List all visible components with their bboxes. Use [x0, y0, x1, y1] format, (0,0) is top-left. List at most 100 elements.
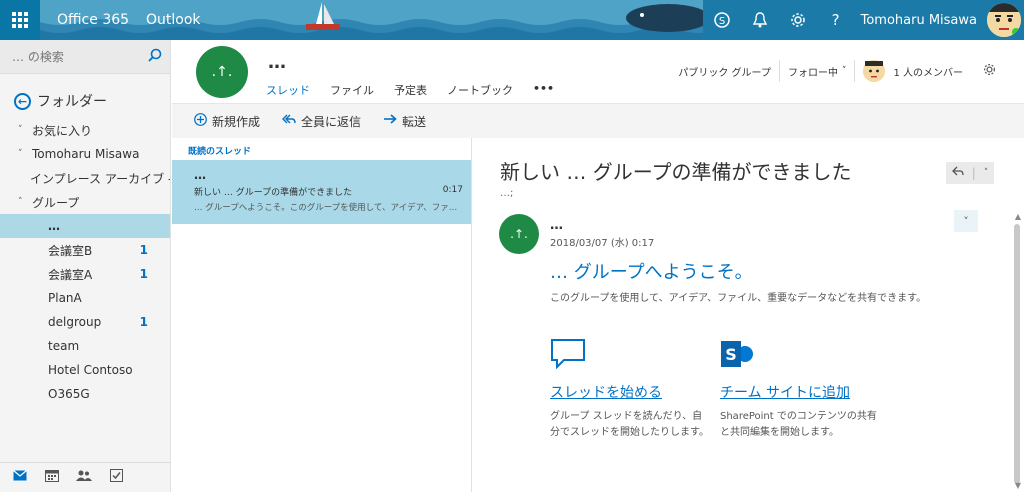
module-switcher	[0, 462, 171, 492]
tab-notebook[interactable]: ノートブック	[447, 82, 513, 98]
message-time: 0:17	[442, 185, 463, 195]
start-thread-link[interactable]: スレッドを始める	[550, 382, 710, 402]
tab-calendar[interactable]: 予定表	[394, 82, 427, 98]
add-team-site-description: SharePoint でのコンテンツの共有と共同編集を開始します。	[720, 411, 877, 438]
conversation-subject: 新しい … グループの準備ができました	[500, 160, 852, 184]
nav-favorites[interactable]: ˅ お気に入り	[0, 118, 170, 142]
office365-link[interactable]: Office 365	[57, 12, 129, 28]
member-avatar[interactable]	[863, 60, 886, 82]
unread-count: 1	[139, 243, 148, 257]
folders-header[interactable]: ← フォルダー	[0, 74, 170, 114]
folders-label: フォルダー	[37, 94, 107, 110]
forward-label: 転送	[402, 114, 427, 129]
nav-mailbox[interactable]: ˅ Tomoharu Misawa	[0, 142, 170, 166]
chevron-down-icon[interactable]: ˅	[18, 149, 32, 159]
tasks-icon[interactable]	[106, 469, 126, 486]
command-bar: 新規作成 全員に返信 転送	[172, 104, 1024, 138]
chevron-down-icon[interactable]: ˅	[18, 125, 32, 135]
message-sender: …	[194, 168, 206, 182]
reply-all-button[interactable]: 全員に返信	[282, 113, 361, 130]
privacy-label: パブリック グループ	[678, 67, 771, 79]
group-label: PlanA	[48, 291, 82, 305]
nav-item-label: グループ	[32, 195, 80, 210]
forward-button[interactable]: 転送	[383, 113, 426, 130]
group-label: 会議室B	[48, 243, 93, 258]
group-settings-icon[interactable]	[983, 63, 996, 79]
expand-message-button[interactable]: ˅	[954, 210, 978, 232]
scroll-down-arrow[interactable]: ▼	[1015, 481, 1021, 490]
group-item-selected[interactable]: …	[0, 214, 170, 238]
search-icon[interactable]	[148, 48, 162, 66]
gear-icon[interactable]	[779, 0, 817, 40]
group-item[interactable]: Hotel Contoso	[0, 358, 170, 382]
waffle-icon	[12, 12, 28, 28]
reply-dropdown-button[interactable]: | ˅	[946, 162, 994, 184]
message-date: 2018/03/07 (水) 0:17	[550, 238, 655, 249]
help-icon[interactable]: ?	[817, 0, 855, 40]
add-team-site-link[interactable]: チーム サイトに追加	[720, 382, 880, 402]
search-box[interactable]	[0, 40, 170, 74]
start-thread-card: スレッドを始める グループ スレッドを読んだり、自分でスレッドを開始したりします…	[550, 338, 710, 441]
group-item[interactable]: 会議室B 1	[0, 238, 170, 262]
message-preview: … グループへようこそ。このグループを使用して、アイデア、ファ…	[194, 203, 458, 213]
start-thread-description: グループ スレッドを読んだり、自分でスレッドを開始したりします。	[550, 411, 709, 438]
tab-files[interactable]: ファイル	[330, 82, 374, 98]
user-name[interactable]: Tomoharu Misawa	[855, 13, 987, 28]
message-list: 既読のスレッド … 新しい … グループの準備ができました 0:17 … グルー…	[172, 138, 472, 492]
more-tabs-button[interactable]: •••	[533, 82, 554, 98]
nav-archive[interactable]: インプレース アーカイブ -Tomoharu Misawa	[0, 166, 170, 190]
user-avatar[interactable]	[987, 3, 1021, 37]
app-launcher-button[interactable]	[0, 0, 40, 40]
bell-icon[interactable]	[741, 0, 779, 40]
divider	[778, 60, 780, 82]
sender-name[interactable]: …	[550, 218, 563, 233]
back-arrow-icon[interactable]: ←	[14, 92, 31, 110]
tab-threads[interactable]: スレッド	[266, 82, 310, 98]
reply-all-label: 全員に返信	[301, 114, 362, 129]
unread-count: 1	[139, 267, 148, 281]
group-tabs: スレッド ファイル 予定表 ノートブック •••	[266, 82, 554, 98]
scrollbar[interactable]	[1014, 224, 1020, 484]
outlook-app-title[interactable]: Outlook	[146, 12, 201, 28]
plus-circle-icon	[194, 112, 207, 130]
group-item[interactable]: 会議室A 1	[0, 262, 170, 286]
mail-icon[interactable]	[10, 470, 30, 485]
group-label: …	[48, 219, 60, 233]
top-right-toolbar: S ? Tomoharu Misawa	[702, 0, 1024, 40]
people-icon[interactable]	[74, 470, 94, 486]
group-info: パブリック グループ フォロー中 ˅ 1 人のメンバー	[678, 60, 996, 82]
svg-text:S: S	[718, 16, 724, 27]
calendar-icon[interactable]	[42, 469, 62, 486]
group-label: team	[48, 339, 80, 353]
folder-pane: ← フォルダー ˅ お気に入り ˅ Tomoharu Misawa インプレース…	[0, 40, 171, 492]
chevron-down-icon[interactable]: ˅	[842, 66, 847, 76]
group-name: …	[268, 52, 286, 73]
sender-avatar[interactable]: .↑.	[499, 214, 539, 254]
chevron-up-icon[interactable]: ˄	[18, 197, 32, 207]
group-label: Hotel Contoso	[48, 363, 133, 377]
scroll-up-arrow[interactable]: ▲	[1015, 212, 1021, 221]
follow-dropdown[interactable]: フォロー中	[788, 64, 838, 79]
chat-bubble-icon	[550, 338, 710, 372]
group-item[interactable]: team	[0, 334, 170, 358]
group-label: O365G	[48, 387, 90, 401]
reply-all-icon	[282, 113, 296, 130]
list-item[interactable]: … 新しい … グループの準備ができました 0:17 … グループへようこそ。こ…	[172, 160, 471, 224]
message-subject: 新しい … グループの準備ができました	[194, 188, 353, 198]
group-item[interactable]: delgroup 1	[0, 310, 170, 334]
nav-groups[interactable]: ˄ グループ	[0, 190, 170, 214]
skype-icon[interactable]: S	[703, 0, 741, 40]
unread-count: 1	[139, 315, 148, 329]
search-input[interactable]	[12, 49, 148, 64]
forward-arrow-icon	[383, 113, 397, 129]
group-label: 会議室A	[48, 267, 93, 282]
group-item[interactable]: O365G	[0, 382, 170, 406]
chevron-down-icon: ˅	[963, 214, 969, 228]
recipients: …;	[500, 188, 514, 199]
divider: |	[971, 166, 976, 180]
group-item[interactable]: PlanA	[0, 286, 170, 310]
read-threads-filter[interactable]: 既読のスレッド	[172, 138, 471, 160]
member-count[interactable]: 1 人のメンバー	[893, 64, 963, 79]
new-button[interactable]: 新規作成	[194, 112, 260, 130]
reply-icon	[951, 166, 964, 180]
